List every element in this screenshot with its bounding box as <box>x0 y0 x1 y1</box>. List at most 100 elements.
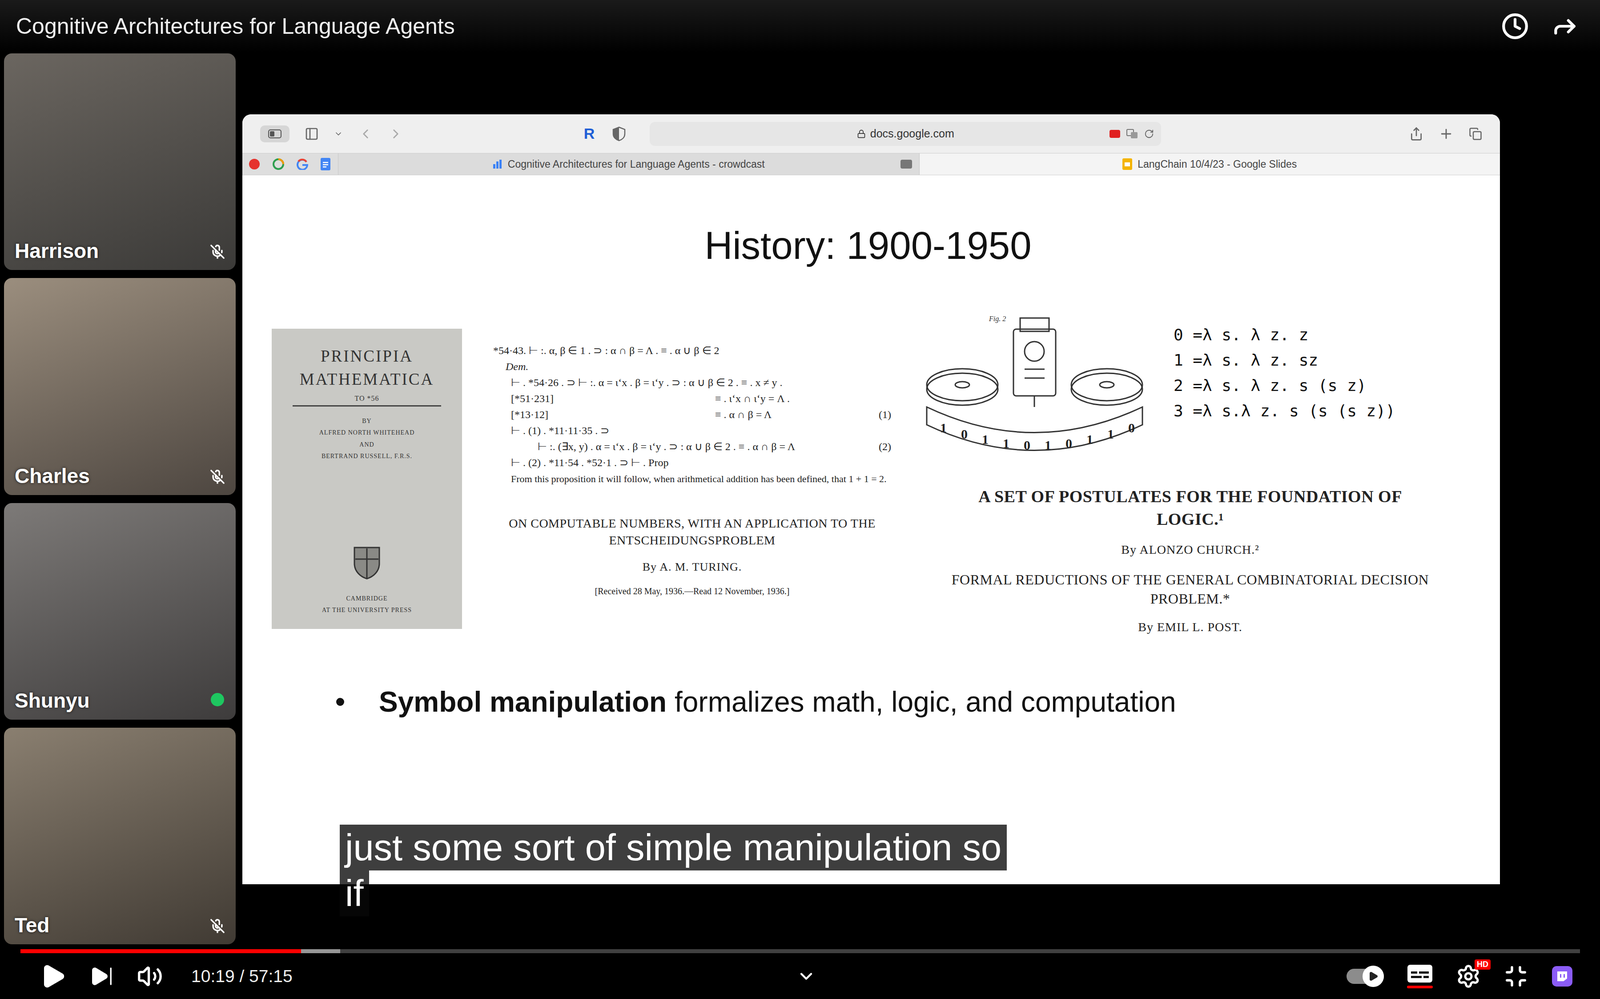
google-favicon-icon[interactable] <box>296 158 309 170</box>
bullet-dot <box>336 697 345 706</box>
video-title[interactable]: Cognitive Architectures for Language Age… <box>16 13 455 40</box>
book-author: BERTRAND RUSSELL, F.R.S. <box>321 450 413 463</box>
slide-content: PRINCIPIAMATHEMATICATO *56BYALFRED NORTH… <box>271 311 1465 635</box>
next-icon[interactable] <box>89 964 114 989</box>
participant-tile: Harrison <box>4 53 236 270</box>
settings-button[interactable]: HD <box>1455 963 1481 989</box>
right-column: Fig. 210110101100 =λ s. λ z. z1 =λ s. λ … <box>922 311 1459 635</box>
participant-mic <box>209 244 226 260</box>
mic-off-icon <box>209 469 226 485</box>
caption-line: if <box>339 870 370 917</box>
youtube-favicon-icon[interactable] <box>248 158 261 170</box>
tab-label: Cognitive Architectures for Language Age… <box>507 158 765 171</box>
proof-text: ⊢ . (2) . *11·54 . *52·1 . ⊃ ⊢ . Prop <box>510 454 849 471</box>
controls-left: 10:19 / 57:15 <box>39 962 797 990</box>
proof-text: ⊢ :. (∃x, y) . α = ι‘x . β = ι‘y . ⊃ : α… <box>537 438 849 455</box>
proof-line: ⊢ . (1) . *11·11·35 . ⊃ <box>493 422 892 439</box>
browser-share-icon[interactable] <box>1409 126 1424 141</box>
reel-right-icon <box>1071 368 1143 406</box>
proof-expression: ≡ . ι‘x ∩ ι‘y = Λ . <box>715 390 858 407</box>
proof-line: [*13·12]≡ . α ∩ β = Λ(1) <box>493 406 892 423</box>
forward-icon[interactable] <box>388 126 404 142</box>
book-rule <box>292 405 442 407</box>
video-frame[interactable]: Harrison Charles Shunyu Ted Rdocs.google.com… <box>0 52 1600 945</box>
sidebar-menu-icon[interactable] <box>333 129 343 139</box>
share-icon[interactable] <box>1551 12 1579 41</box>
lambda-line: 2 =λ s. λ z. s (s z) <box>1173 372 1396 398</box>
swirl-favicon-icon[interactable] <box>272 158 285 170</box>
subtitles-underline <box>1407 985 1433 989</box>
tab-overview-icon <box>268 129 282 139</box>
proof-text: *54·43. ⊢ :. α, β ∈ 1 . ⊃ : α ∩ β = Λ . … <box>493 342 849 359</box>
proof-text: ⊢ . (1) . *11·11·35 . ⊃ <box>510 422 849 439</box>
extension-logo[interactable]: R <box>581 124 598 143</box>
chevron-down-icon[interactable] <box>796 966 817 986</box>
reel-left-icon <box>926 368 998 406</box>
proof-text: ⊢ . *54·26 . ⊃ ⊢ :. α = ι‘x . β = ι‘y . … <box>510 374 849 391</box>
proof-text: [*13·12] <box>510 406 707 423</box>
paper-author: By EMIL L. POST. <box>1137 619 1243 635</box>
paper-author: By A. M. TURING. <box>642 560 743 574</box>
tape-digit: 0 <box>1128 420 1135 435</box>
subtitles-button[interactable] <box>1407 964 1433 989</box>
autoplay-toggle[interactable] <box>1346 968 1384 984</box>
bullet-text: Symbol manipulation formalizes math, log… <box>378 685 1177 719</box>
exit-fullscreen-icon[interactable] <box>1503 964 1528 989</box>
translate-icon[interactable] <box>1126 128 1138 139</box>
url-field[interactable]: docs.google.com <box>649 121 1162 146</box>
tape-digit: 1 <box>1086 431 1094 447</box>
docs-favicon-icon[interactable] <box>320 157 331 171</box>
watch-later-icon[interactable] <box>1501 12 1529 41</box>
reload-icon[interactable] <box>1144 128 1154 139</box>
book-subtitle: TO *56 <box>354 394 379 403</box>
paper-heading: FORMAL REDUCTIONS OF THE GENERAL COMBINA… <box>922 570 1459 635</box>
proof-expression: ≡ . α ∩ β = Λ <box>715 406 858 423</box>
proof-tag: (2) <box>866 438 892 455</box>
volume-icon[interactable] <box>136 963 163 989</box>
top-bar: Cognitive Architectures for Language Age… <box>0 0 1600 53</box>
book-title: MATHEMATICA <box>299 367 435 391</box>
sidebar-icon[interactable] <box>304 126 319 141</box>
proof-line: ⊢ . *54·26 . ⊃ ⊢ :. α = ι‘x . β = ι‘y . … <box>493 374 892 391</box>
subtitles-icon[interactable] <box>1407 964 1433 983</box>
participant-mic <box>209 918 226 934</box>
slide-title: History: 1900-1950 <box>271 223 1465 268</box>
paper-heading: ON COMPUTABLE NUMBERS, WITH AN APPLICATI… <box>493 514 892 597</box>
camera-indicator-icon[interactable] <box>1109 129 1121 138</box>
participant-name: Charles <box>14 463 90 488</box>
video-player: Cognitive Architectures for Language Age… <box>0 0 1600 999</box>
tab-media-icon[interactable] <box>900 159 913 169</box>
chart-favicon-icon <box>492 159 503 169</box>
paper-title: ON COMPUTABLE NUMBERS, WITH AN APPLICATI… <box>493 514 892 549</box>
controls-right: HD <box>816 963 1574 989</box>
proof-line: *54·43. ⊢ :. α, β ∈ 1 . ⊃ : α ∩ β = Λ . … <box>493 342 892 359</box>
extension-icon[interactable] <box>1551 964 1574 988</box>
proof-note: From this proposition it will follow, wh… <box>493 472 892 486</box>
shield-icon[interactable] <box>612 126 626 142</box>
figure-label: Fig. 2 <box>988 314 1006 323</box>
back-icon[interactable] <box>357 126 374 142</box>
participant-tile: Charles <box>4 277 236 495</box>
tab-overview-button[interactable] <box>260 125 290 143</box>
book-author: ALFRED NORTH WHITEHEAD <box>319 426 415 439</box>
book-publisher: AT THE UNIVERSITY PRESS <box>321 604 412 617</box>
book-author: AND <box>359 438 374 451</box>
new-tab-icon[interactable] <box>1438 126 1454 142</box>
book-author: BY <box>361 415 372 428</box>
browser-tab[interactable]: LangChain 10/4/23 - Google Slides <box>919 153 1501 175</box>
player-controls: 10:19 / 57:15 HD <box>0 944 1600 999</box>
progress-bar[interactable] <box>20 948 1580 953</box>
play-icon[interactable] <box>39 962 67 990</box>
browser-tab[interactable]: Cognitive Architectures for Language Age… <box>337 153 920 175</box>
participant-tile: Ted <box>4 727 236 945</box>
quality-badge: HD <box>1474 959 1491 970</box>
toolbar-right <box>1161 126 1483 142</box>
church-numerals: 0 =λ s. λ z. z1 =λ s. λ z. sz2 =λ s. λ z… <box>1173 311 1396 455</box>
tabs-icon[interactable] <box>1468 127 1483 141</box>
participant-name: Shunyu <box>14 688 90 713</box>
lambda-line: 0 =λ s. λ z. z <box>1173 321 1396 348</box>
